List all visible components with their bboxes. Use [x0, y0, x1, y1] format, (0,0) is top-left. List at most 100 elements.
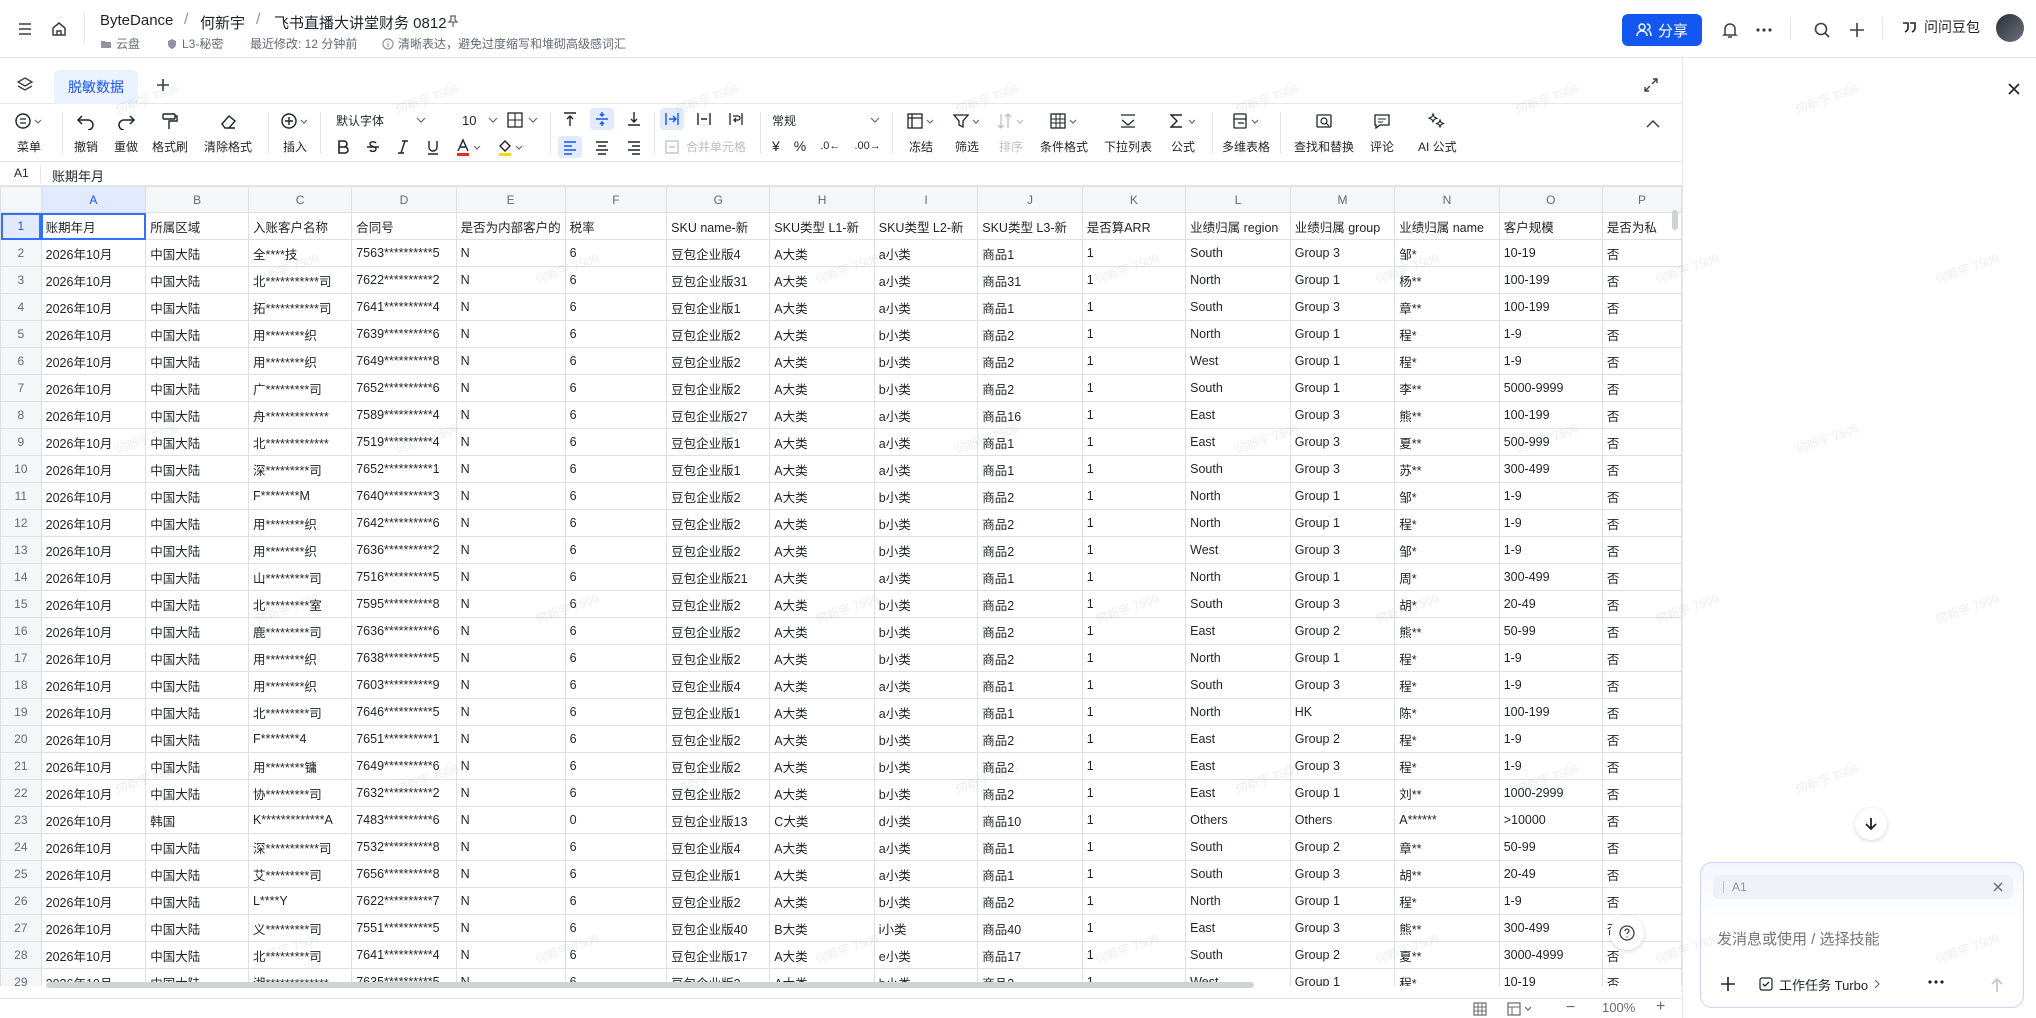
table-cell[interactable]: 义*********司	[247, 914, 353, 942]
table-cell[interactable]: 豆包企业版2	[666, 644, 771, 672]
table-cell[interactable]: b小类	[873, 617, 979, 645]
table-cell[interactable]: 2026年10月	[40, 644, 147, 672]
table-cell[interactable]: N	[455, 266, 566, 294]
row-header[interactable]: 15	[0, 590, 42, 618]
table-cell[interactable]: 7622**********2	[351, 266, 457, 294]
table-cell[interactable]: b小类	[873, 536, 979, 564]
table-cell[interactable]: 周*	[1394, 563, 1500, 591]
table-cell[interactable]: 豆包企业版2	[666, 320, 771, 348]
table-cell[interactable]: 商品1	[977, 293, 1083, 321]
table-cell[interactable]: 否	[1601, 293, 1682, 321]
table-cell[interactable]: 7641**********4	[351, 293, 457, 321]
table-cell[interactable]: 中国大陆	[145, 752, 249, 780]
table-cell[interactable]: 20-49	[1498, 860, 1603, 888]
table-cell[interactable]: N	[455, 401, 566, 429]
breadcrumb-root[interactable]: ByteDance	[100, 12, 173, 29]
remove-context-icon[interactable]	[1993, 882, 2003, 892]
table-cell[interactable]: 中国大陆	[145, 833, 249, 861]
row-header[interactable]: 23	[0, 806, 42, 834]
table-cell[interactable]: 中国大陆	[145, 941, 249, 969]
format-painter-button[interactable]: 格式刷	[152, 110, 188, 155]
table-cell[interactable]: 豆包企业版2	[666, 887, 771, 915]
table-cell[interactable]: 商品10	[977, 806, 1083, 834]
table-cell[interactable]: 协*********司	[247, 779, 353, 807]
table-cell[interactable]: 商品1	[977, 563, 1083, 591]
table-cell[interactable]: 1	[1081, 239, 1187, 267]
table-cell[interactable]: 1-9	[1498, 725, 1603, 753]
table-cell[interactable]: K*************A	[247, 806, 353, 834]
table-cell[interactable]: 6	[564, 347, 668, 375]
table-cell[interactable]: 7519**********4	[351, 428, 457, 456]
row-header[interactable]: 14	[0, 563, 42, 591]
increase-decimal-icon[interactable]: .00→	[854, 140, 880, 152]
table-cell[interactable]: 1	[1081, 536, 1187, 564]
table-cell[interactable]: 7638**********5	[351, 644, 457, 672]
table-cell[interactable]: 10-19	[1498, 239, 1603, 267]
table-cell[interactable]: 中国大陆	[145, 320, 249, 348]
table-cell[interactable]: Group 3	[1289, 914, 1396, 942]
table-cell[interactable]: 2026年10月	[40, 752, 147, 780]
table-cell[interactable]: 7652**********1	[351, 455, 457, 483]
table-cell[interactable]: 中国大陆	[145, 779, 249, 807]
add-attachment-icon[interactable]	[1719, 975, 1737, 993]
table-cell[interactable]: 用********织	[247, 536, 353, 564]
table-cell[interactable]: 否	[1601, 671, 1682, 699]
table-cell[interactable]: 100-199	[1498, 266, 1603, 294]
table-cell[interactable]: N	[455, 374, 566, 402]
table-cell[interactable]: 7483**********6	[351, 806, 457, 834]
table-cell[interactable]: 北***********司	[247, 266, 353, 294]
table-cell[interactable]: 5000-9999	[1498, 374, 1603, 402]
table-cell[interactable]: A大类	[769, 509, 875, 537]
collapse-toolbar-icon[interactable]	[1642, 113, 1664, 135]
table-cell[interactable]: SKU类型 L2-新	[873, 212, 979, 240]
table-cell[interactable]: 7563**********5	[351, 239, 457, 267]
row-header[interactable]: 20	[0, 725, 42, 753]
number-format-select[interactable]: 常规	[772, 110, 880, 130]
table-cell[interactable]: 7652**********6	[351, 374, 457, 402]
overflow-icon[interactable]	[660, 108, 684, 130]
table-cell[interactable]: Group 3	[1289, 671, 1396, 699]
row-header[interactable]: 28	[0, 941, 42, 969]
table-cell[interactable]: N	[455, 320, 566, 348]
table-cell[interactable]: 2026年10月	[40, 806, 147, 834]
column-header[interactable]: D	[351, 186, 457, 213]
table-cell[interactable]: 2026年10月	[40, 725, 147, 753]
table-cell[interactable]: 邹*	[1394, 482, 1500, 510]
table-cell[interactable]: 中国大陆	[145, 482, 249, 510]
table-cell[interactable]: 否	[1601, 725, 1682, 753]
table-cell[interactable]: 1	[1081, 698, 1187, 726]
table-cell[interactable]: 2026年10月	[40, 455, 147, 483]
font-color-icon[interactable]	[454, 138, 484, 156]
table-cell[interactable]: 7641**********4	[351, 941, 457, 969]
table-cell[interactable]: 邹*	[1394, 239, 1500, 267]
table-cell[interactable]: 2026年10月	[40, 293, 147, 321]
table-cell[interactable]: HK	[1289, 698, 1396, 726]
undo-button[interactable]: 撤销	[74, 110, 98, 155]
table-cell[interactable]: 1-9	[1498, 752, 1603, 780]
ai-formula-button[interactable]: AI 公式	[1418, 110, 1457, 155]
table-cell[interactable]: A大类	[769, 644, 875, 672]
table-cell[interactable]: 7651**********1	[351, 725, 457, 753]
table-cell[interactable]: 中国大陆	[145, 347, 249, 375]
table-cell[interactable]: 商品17	[977, 941, 1083, 969]
row-header[interactable]: 7	[0, 374, 42, 402]
column-header[interactable]: H	[769, 186, 875, 213]
close-icon[interactable]	[2003, 78, 2025, 100]
table-cell[interactable]: 商品40	[977, 914, 1083, 942]
italic-icon[interactable]	[394, 138, 412, 156]
table-cell[interactable]: N	[455, 239, 566, 267]
table-cell[interactable]: South	[1185, 590, 1291, 618]
table-cell[interactable]: 否	[1601, 887, 1682, 915]
table-cell[interactable]: East	[1185, 779, 1291, 807]
table-cell[interactable]: >10000	[1498, 806, 1603, 834]
table-cell[interactable]: 1-9	[1498, 671, 1603, 699]
table-cell[interactable]: 用********织	[247, 320, 353, 348]
zoom-level[interactable]: 100%	[1602, 1000, 1635, 1015]
table-cell[interactable]: 税率	[564, 212, 668, 240]
table-cell[interactable]: 商品1	[977, 428, 1083, 456]
table-cell[interactable]: 夏**	[1394, 428, 1500, 456]
table-cell[interactable]: 1	[1081, 941, 1187, 969]
table-cell[interactable]: 1	[1081, 455, 1187, 483]
table-cell[interactable]: 否	[1601, 563, 1682, 591]
table-cell[interactable]: 100-199	[1498, 401, 1603, 429]
